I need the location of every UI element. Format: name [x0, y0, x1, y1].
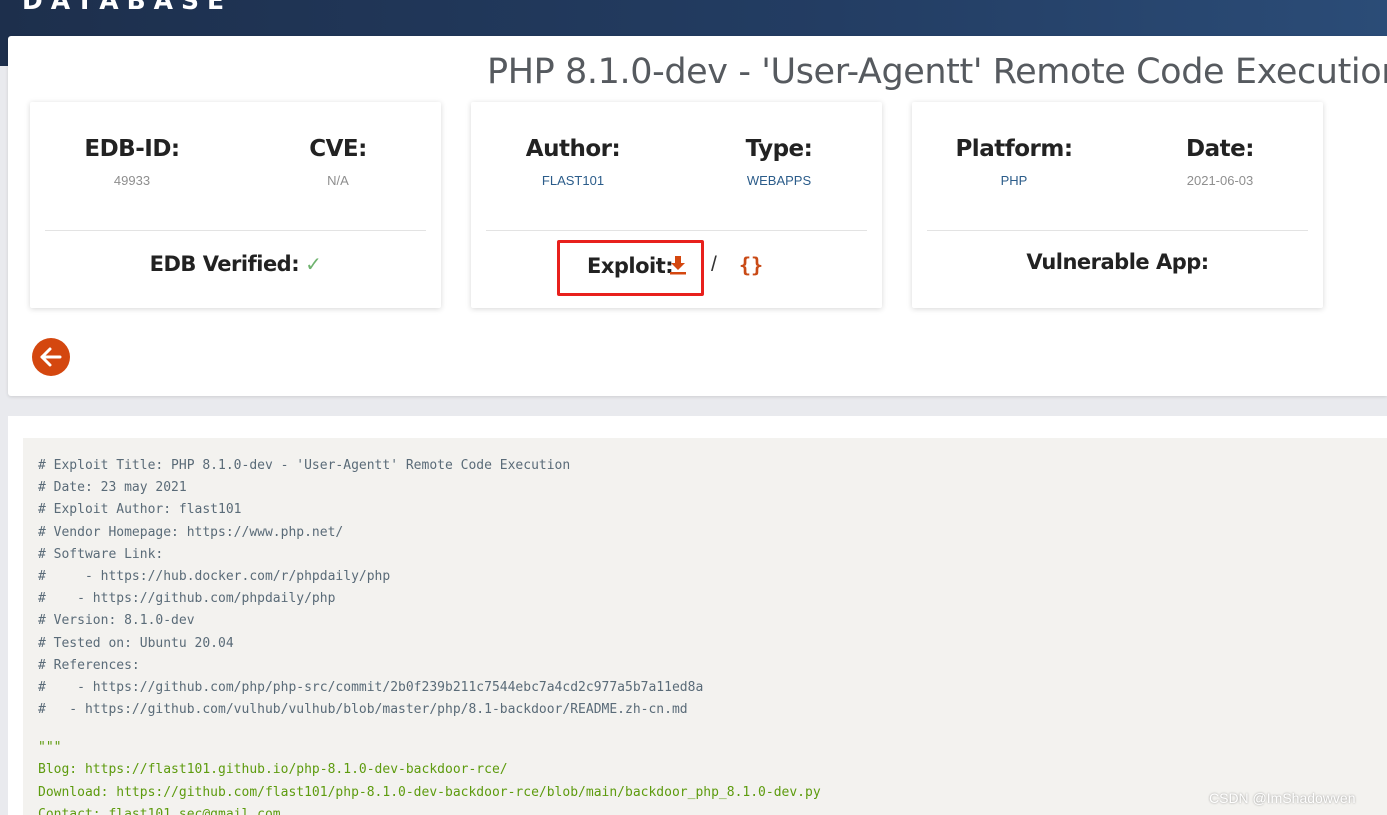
back-button[interactable] — [32, 338, 70, 376]
code-gap — [38, 721, 1387, 737]
vulnerable-app-row: Vulnerable App: — [912, 250, 1323, 274]
code-line: # Exploit Title: PHP 8.1.0-dev - 'User-A… — [38, 458, 571, 473]
watermark: CSDN @ImShadowven — [1209, 790, 1356, 806]
platform-link[interactable]: PHP — [934, 173, 1094, 188]
docstring-line: Contact: flast101.sec@gmail.com — [38, 806, 281, 815]
code-line: # - https://github.com/php/php-src/commi… — [38, 679, 704, 695]
page-title: PHP 8.1.0-dev - 'User-Agentt' Remote Cod… — [487, 52, 1387, 92]
cve-value: N/A — [327, 173, 349, 188]
code-line: # - https://hub.docker.com/r/phpdaily/ph… — [38, 568, 391, 584]
separator: / — [711, 253, 717, 276]
code-line: # Tested on: Ubuntu 20.04 — [38, 635, 234, 651]
code-panel: # Exploit Title: PHP 8.1.0-dev - 'User-A… — [8, 416, 1387, 815]
author-field: Author: FLAST101 — [493, 136, 653, 188]
edb-verified-label: EDB Verified: — [149, 252, 300, 276]
card-divider — [927, 230, 1308, 231]
card-divider — [486, 230, 867, 231]
code-line: # Version: 8.1.0-dev — [38, 613, 195, 629]
code-line: # Exploit Author: flast101 — [38, 502, 242, 518]
exploit-code-block[interactable]: # Exploit Title: PHP 8.1.0-dev - 'User-A… — [23, 438, 1387, 815]
code-line: # Vendor Homepage: https://www.php.net/ — [38, 524, 344, 540]
exploit-header-panel: PHP 8.1.0-dev - 'User-Agentt' Remote Cod… — [8, 36, 1387, 396]
platform-field: Platform: PHP — [934, 136, 1094, 188]
docstring-line: Download: https://github.com/flast101/ph… — [38, 784, 821, 800]
author-label: Author: — [525, 136, 621, 162]
exploit-label: Exploit: — [587, 254, 674, 278]
vulnerable-app-label: Vulnerable App: — [1026, 250, 1209, 274]
docstring-line: Blog: https://flast101.github.io/php-8.1… — [38, 762, 508, 778]
view-raw-code-icon[interactable]: {} — [739, 253, 763, 277]
cve-label: CVE: — [309, 136, 367, 162]
edb-id-field: EDB-ID: 49933 — [52, 136, 212, 188]
code-line: # Date: 23 may 2021 — [38, 480, 187, 496]
arrow-left-icon — [40, 347, 62, 367]
code-line: # - https://github.com/phpdaily/php — [38, 591, 336, 607]
download-icon[interactable] — [669, 255, 687, 275]
edb-id-value: 49933 — [113, 173, 151, 188]
code-line: # - https://github.com/vulhub/vulhub/blo… — [38, 702, 688, 718]
card-platform-info: Platform: PHP Date: 2021-06-03 Vulnerabl… — [912, 102, 1323, 308]
card-divider — [45, 230, 426, 231]
docstring-line: """ — [38, 740, 62, 756]
type-label: Type: — [745, 136, 813, 162]
code-line: # References: — [38, 657, 140, 673]
date-field: Date: 2021-06-03 — [1140, 136, 1300, 188]
platform-label: Platform: — [955, 136, 1073, 162]
edb-id-label: EDB-ID: — [84, 136, 180, 162]
date-value: 2021-06-03 — [1186, 173, 1254, 188]
check-icon: ✓ — [305, 252, 322, 276]
author-link[interactable]: FLAST101 — [493, 173, 653, 188]
card-id-info: EDB-ID: 49933 CVE: N/A EDB Verified: ✓ — [30, 102, 441, 308]
code-line: # Software Link: — [38, 546, 164, 562]
cve-field: CVE: N/A — [258, 136, 418, 188]
type-link[interactable]: WEBAPPS — [699, 173, 859, 188]
card-author-info: Author: FLAST101 Type: WEBAPPS Exploit: … — [471, 102, 882, 308]
date-label: Date: — [1186, 136, 1254, 162]
edb-verified-row: EDB Verified: ✓ — [30, 252, 441, 276]
type-field: Type: WEBAPPS — [699, 136, 859, 188]
site-brand[interactable]: DATABASE — [22, 0, 232, 15]
